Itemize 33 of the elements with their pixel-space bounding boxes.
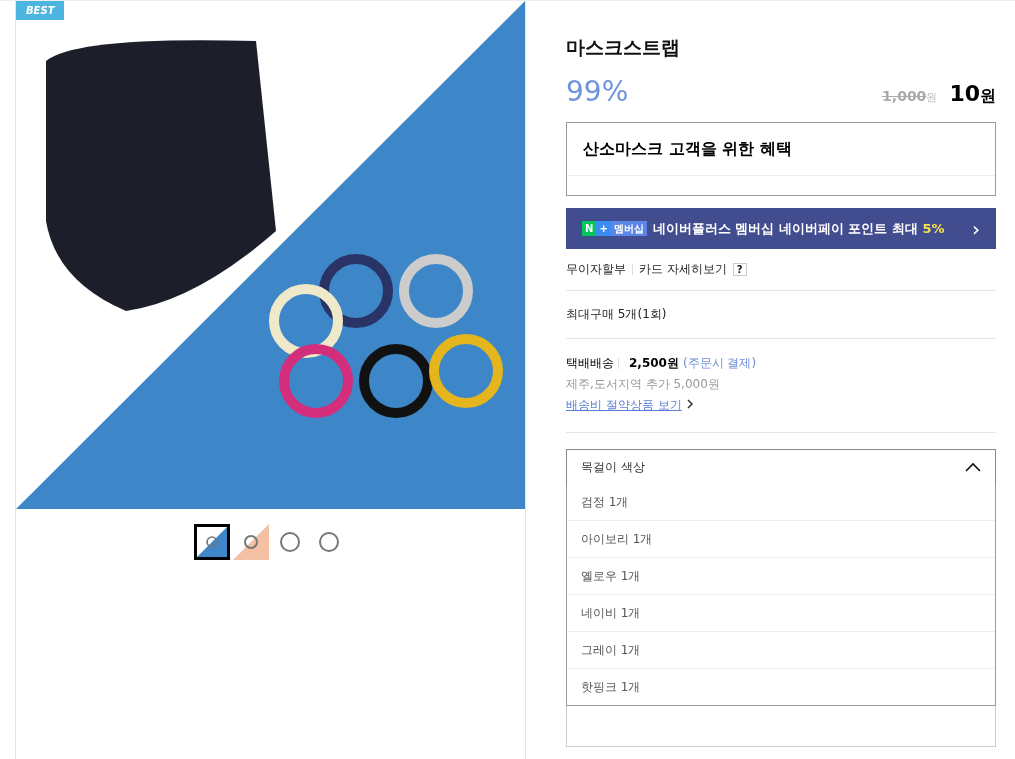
help-button[interactable]: ? — [732, 263, 747, 276]
card-details-link[interactable]: 카드 자세히보기 — [639, 261, 727, 278]
chevron-right-icon: › — [972, 216, 980, 241]
currency-unit: 원 — [980, 86, 996, 107]
option-item[interactable]: 네이비 1개 — [567, 595, 995, 632]
currency-unit: 원 — [926, 90, 938, 105]
option-item[interactable]: 아이보리 1개 — [567, 521, 995, 558]
extra-fee-text: 제주,도서지역 추가 5,000원 — [566, 376, 721, 393]
max-purchase-text: 최대구매 5개(1회) — [566, 306, 667, 323]
option-item[interactable]: 옐로우 1개 — [567, 558, 995, 595]
product-title: 마스크스트랩 — [566, 35, 681, 60]
membership-label: 멤버십 — [610, 221, 647, 236]
shipping-fee: 2,500원 — [629, 355, 679, 372]
thumbnail[interactable] — [194, 524, 230, 560]
sale-price: 10 — [949, 81, 980, 106]
logo-letter: N — [582, 221, 597, 236]
membership-banner[interactable]: N + 멤버십 네이버플러스 멤버십 네이버페이 포인트 최대 5% › — [566, 208, 996, 249]
plus-icon: + — [596, 221, 611, 236]
original-price: 1,000 — [882, 88, 927, 104]
shipping-label: 택배배송 — [566, 355, 614, 372]
option-item[interactable]: 그레이 1개 — [567, 632, 995, 669]
secondary-select[interactable] — [566, 705, 996, 747]
option-item[interactable]: 핫핑크 1개 — [567, 669, 995, 705]
membership-text: 네이버플러스 멤버십 네이버페이 포인트 최대 5% — [652, 219, 946, 238]
option-item[interactable]: 검정 1개 — [567, 484, 995, 521]
discount-rate: 99% — [566, 75, 630, 108]
shipping-saver-link[interactable]: 배송비 절약상품 보기 — [566, 395, 682, 416]
best-badge: BEST — [16, 1, 65, 20]
thumbnail[interactable] — [233, 524, 269, 560]
payment-note: (주문시 결제) — [682, 355, 757, 372]
benefit-title: 산소마스크 고객을 위한 혜택 — [567, 123, 995, 176]
installment-label: 무이자할부 — [566, 261, 626, 278]
chevron-up-icon — [965, 462, 981, 472]
